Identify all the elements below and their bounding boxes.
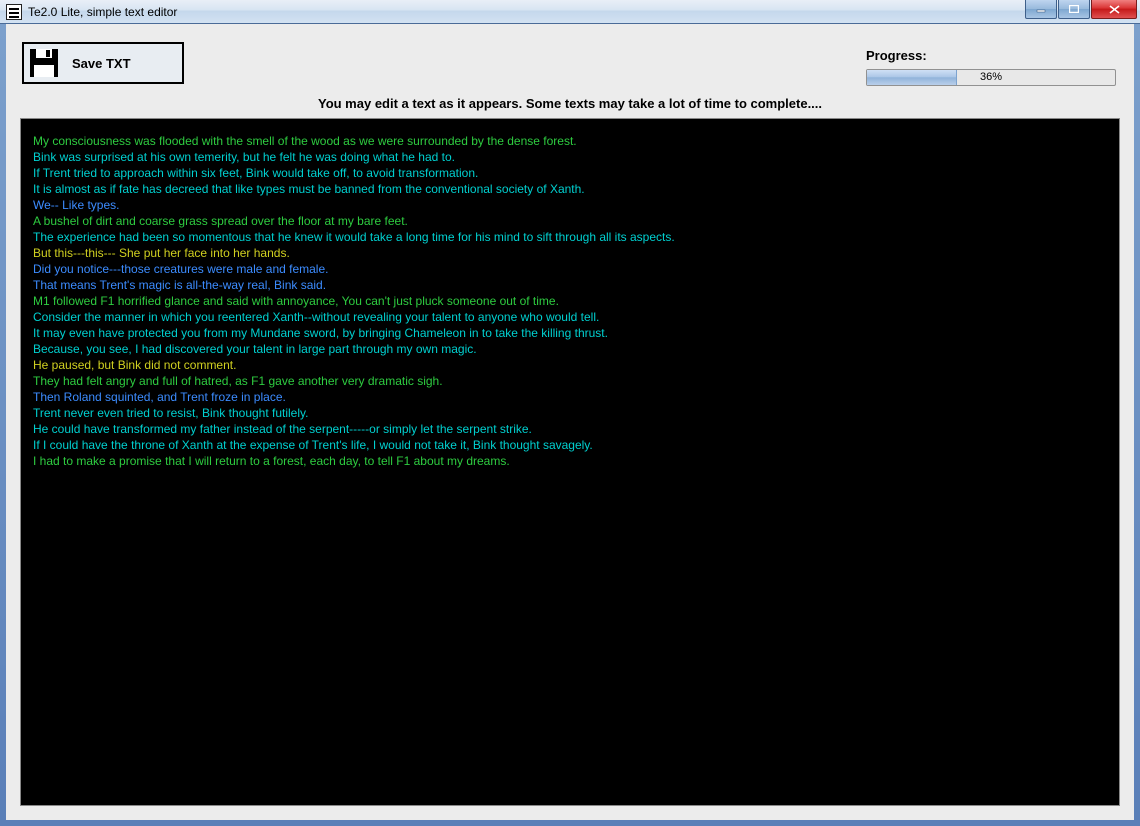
text-line[interactable]: He paused, but Bink did not comment. (33, 357, 1107, 373)
client-area: Save TXT Progress: 36% You may edit a te… (6, 24, 1134, 820)
maximize-button[interactable] (1058, 0, 1090, 19)
text-line[interactable]: They had felt angry and full of hatred, … (33, 373, 1107, 389)
text-line[interactable]: Did you notice---those creatures were ma… (33, 261, 1107, 277)
text-line[interactable]: That means Trent's magic is all-the-way … (33, 277, 1107, 293)
editor-banner: You may edit a text as it appears. Some … (6, 96, 1134, 111)
app-window: Te2.0 Lite, simple text editor Save TXT … (0, 0, 1140, 826)
maximize-icon (1069, 5, 1079, 13)
text-line[interactable]: Consider the manner in which you reenter… (33, 309, 1107, 325)
text-line[interactable]: Then Roland squinted, and Trent froze in… (33, 389, 1107, 405)
text-line[interactable]: A bushel of dirt and coarse grass spread… (33, 213, 1107, 229)
text-line[interactable]: Because, you see, I had discovered your … (33, 341, 1107, 357)
app-icon (6, 4, 22, 20)
text-line[interactable]: If I could have the throne of Xanth at t… (33, 437, 1107, 453)
text-line[interactable]: If Trent tried to approach within six fe… (33, 165, 1107, 181)
window-controls (1025, 0, 1138, 20)
text-line[interactable]: I had to make a promise that I will retu… (33, 453, 1107, 469)
save-button-label: Save TXT (72, 56, 131, 71)
text-editor[interactable]: My consciousness was flooded with the sm… (20, 118, 1120, 806)
titlebar[interactable]: Te2.0 Lite, simple text editor (0, 0, 1140, 24)
minimize-icon (1036, 5, 1046, 13)
progress-text: 36% (867, 70, 1115, 85)
close-icon (1109, 5, 1120, 14)
text-line[interactable]: Bink was surprised at his own temerity, … (33, 149, 1107, 165)
text-line[interactable]: We-- Like types. (33, 197, 1107, 213)
floppy-icon (30, 49, 58, 77)
progress-bar: 36% (866, 69, 1116, 86)
text-line[interactable]: He could have transformed my father inst… (33, 421, 1107, 437)
text-line[interactable]: It is almost as if fate has decreed that… (33, 181, 1107, 197)
save-button[interactable]: Save TXT (22, 42, 184, 84)
minimize-button[interactable] (1025, 0, 1057, 19)
text-line[interactable]: M1 followed F1 horrified glance and said… (33, 293, 1107, 309)
progress-label: Progress: (866, 48, 1116, 63)
text-line[interactable]: My consciousness was flooded with the sm… (33, 133, 1107, 149)
close-button[interactable] (1091, 0, 1137, 19)
text-line[interactable]: The experience had been so momentous tha… (33, 229, 1107, 245)
window-title: Te2.0 Lite, simple text editor (28, 5, 1140, 19)
text-line[interactable]: It may even have protected you from my M… (33, 325, 1107, 341)
text-line[interactable]: Trent never even tried to resist, Bink t… (33, 405, 1107, 421)
text-line[interactable]: But this---this--- She put her face into… (33, 245, 1107, 261)
progress-section: Progress: 36% (866, 48, 1116, 86)
